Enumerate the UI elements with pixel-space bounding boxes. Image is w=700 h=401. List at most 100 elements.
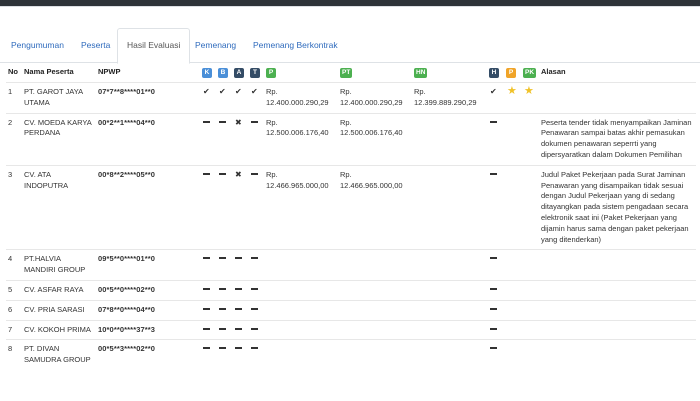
dash-icon xyxy=(490,307,497,310)
row-harga-negosiasi xyxy=(412,164,487,250)
row-mark-t xyxy=(248,339,264,370)
row-mark-t xyxy=(248,164,264,250)
row-mark-a xyxy=(232,279,248,301)
row-mark-a: ✔ xyxy=(232,82,248,114)
row-no: 2 xyxy=(6,112,22,166)
row-npwp: 07*7**8****01**0 xyxy=(96,82,200,114)
row-mark-a xyxy=(232,249,248,281)
row-harga-penawaran xyxy=(264,319,338,340)
row-mark-pembuktian xyxy=(504,319,521,340)
check-icon: ✔ xyxy=(235,87,242,96)
row-mark-h xyxy=(487,299,504,321)
tab-hasil-evaluasi[interactable]: Hasil Evaluasi xyxy=(117,28,191,64)
row-harga-terkoreksi xyxy=(338,249,412,281)
check-icon: ✔ xyxy=(219,87,226,96)
row-mark-k xyxy=(200,249,216,281)
row-mark-k xyxy=(200,339,216,370)
table-row: 1 PT. GAROT JAYA UTAMA 07*7**8****01**0 ✔ ✔ ✔… xyxy=(6,82,696,114)
dash-icon xyxy=(490,287,497,290)
row-nama-peserta: CV. ATA INDOPUTRA xyxy=(22,164,96,250)
dash-icon xyxy=(219,307,226,310)
badge-h: H xyxy=(489,68,499,78)
header-no: No xyxy=(8,67,18,76)
tab-peserta[interactable]: Peserta xyxy=(72,29,119,62)
tab-pengumuman[interactable]: Pengumuman xyxy=(2,29,73,62)
row-mark-pk xyxy=(521,164,539,250)
row-mark-pembuktian xyxy=(504,279,521,301)
table-header-row: No Nama Peserta NPWP K B A T P PT HN H P… xyxy=(6,64,696,83)
row-mark-k xyxy=(200,164,216,250)
header-npwp: NPWP xyxy=(98,67,121,76)
badge-t: T xyxy=(250,68,260,78)
row-alasan xyxy=(539,279,696,301)
row-nama-peserta: PT. GAROT JAYA UTAMA xyxy=(22,82,96,114)
dash-icon xyxy=(490,327,497,330)
table-row: 5 CV. ASFAR RAYA 00*5**0****02**0 xyxy=(6,279,696,301)
badge-pt: PT xyxy=(340,68,353,78)
dash-icon xyxy=(219,347,226,350)
row-mark-t xyxy=(248,249,264,281)
dash-icon xyxy=(203,327,210,330)
star-icon: ★ xyxy=(524,85,534,97)
row-alasan xyxy=(539,82,696,114)
row-npwp: 00*2**1****04**0 xyxy=(96,112,200,166)
row-harga-penawaran xyxy=(264,249,338,281)
tab-pemenang[interactable]: Pemenang xyxy=(186,29,245,62)
badge-k: K xyxy=(202,68,212,78)
row-mark-k xyxy=(200,279,216,301)
row-nama-peserta: CV. PRIA SARASI xyxy=(22,299,96,321)
dash-icon xyxy=(203,347,210,350)
tab-bar: Pengumuman Peserta Hasil Evaluasi Pemena… xyxy=(0,28,700,64)
row-mark-h xyxy=(487,339,504,370)
dash-icon xyxy=(203,287,210,290)
row-npwp: 10*0**0****37**3 xyxy=(96,319,200,340)
dash-icon xyxy=(490,172,497,175)
table-row: 4 PT.HALVIA MANDIRI GROUP 09*5**0****01**0 xyxy=(6,249,696,281)
row-mark-pembuktian xyxy=(504,249,521,281)
table-row: 8 PT. DIVAN SAMUDRA GROUP 00*5**3****02**0 xyxy=(6,339,696,370)
row-harga-negosiasi xyxy=(412,249,487,281)
row-mark-b xyxy=(216,339,232,370)
row-mark-a: ✖ xyxy=(232,112,248,166)
row-mark-pk xyxy=(521,249,539,281)
row-mark-t xyxy=(248,299,264,321)
header-nama-peserta: Nama Peserta xyxy=(24,67,74,76)
badge-pk: PK xyxy=(523,68,537,78)
row-mark-pembuktian: ★ xyxy=(504,82,521,114)
dash-icon xyxy=(490,120,497,123)
row-nama-peserta: CV. ASFAR RAYA xyxy=(22,279,96,301)
dash-icon xyxy=(235,327,242,330)
row-mark-b: ✔ xyxy=(216,82,232,114)
dash-icon xyxy=(219,287,226,290)
row-mark-a: ✖ xyxy=(232,164,248,250)
row-mark-b xyxy=(216,112,232,166)
row-npwp: 00*5**0****02**0 xyxy=(96,279,200,301)
row-no: 1 xyxy=(6,82,22,114)
row-alasan xyxy=(539,249,696,281)
tab-pemenang-berkontrak[interactable]: Pemenang Berkontrak xyxy=(244,29,347,62)
row-mark-pembuktian xyxy=(504,164,521,250)
dash-icon xyxy=(251,307,258,310)
row-no: 8 xyxy=(6,339,22,370)
check-icon: ✔ xyxy=(203,87,210,96)
row-mark-t: ✔ xyxy=(248,82,264,114)
row-harga-negosiasi xyxy=(412,339,487,370)
row-harga-penawaran: Rp. 12.466.965.000,00 xyxy=(264,164,338,250)
row-no: 3 xyxy=(6,164,22,250)
star-icon: ★ xyxy=(507,85,517,97)
row-npwp: 09*5**0****01**0 xyxy=(96,249,200,281)
dash-icon xyxy=(251,120,258,123)
row-mark-b xyxy=(216,319,232,340)
row-mark-t xyxy=(248,319,264,340)
row-harga-penawaran xyxy=(264,279,338,301)
table-row: 6 CV. PRIA SARASI 07*8**0****04**0 xyxy=(6,299,696,321)
row-mark-h xyxy=(487,279,504,301)
dash-icon xyxy=(235,347,242,350)
row-harga-terkoreksi: Rp. 12.500.006.176,40 xyxy=(338,112,412,166)
header-alasan: Alasan xyxy=(541,67,566,76)
row-mark-pk xyxy=(521,339,539,370)
dash-icon xyxy=(235,257,242,260)
row-mark-pembuktian xyxy=(504,299,521,321)
dash-icon xyxy=(219,327,226,330)
row-mark-k xyxy=(200,299,216,321)
